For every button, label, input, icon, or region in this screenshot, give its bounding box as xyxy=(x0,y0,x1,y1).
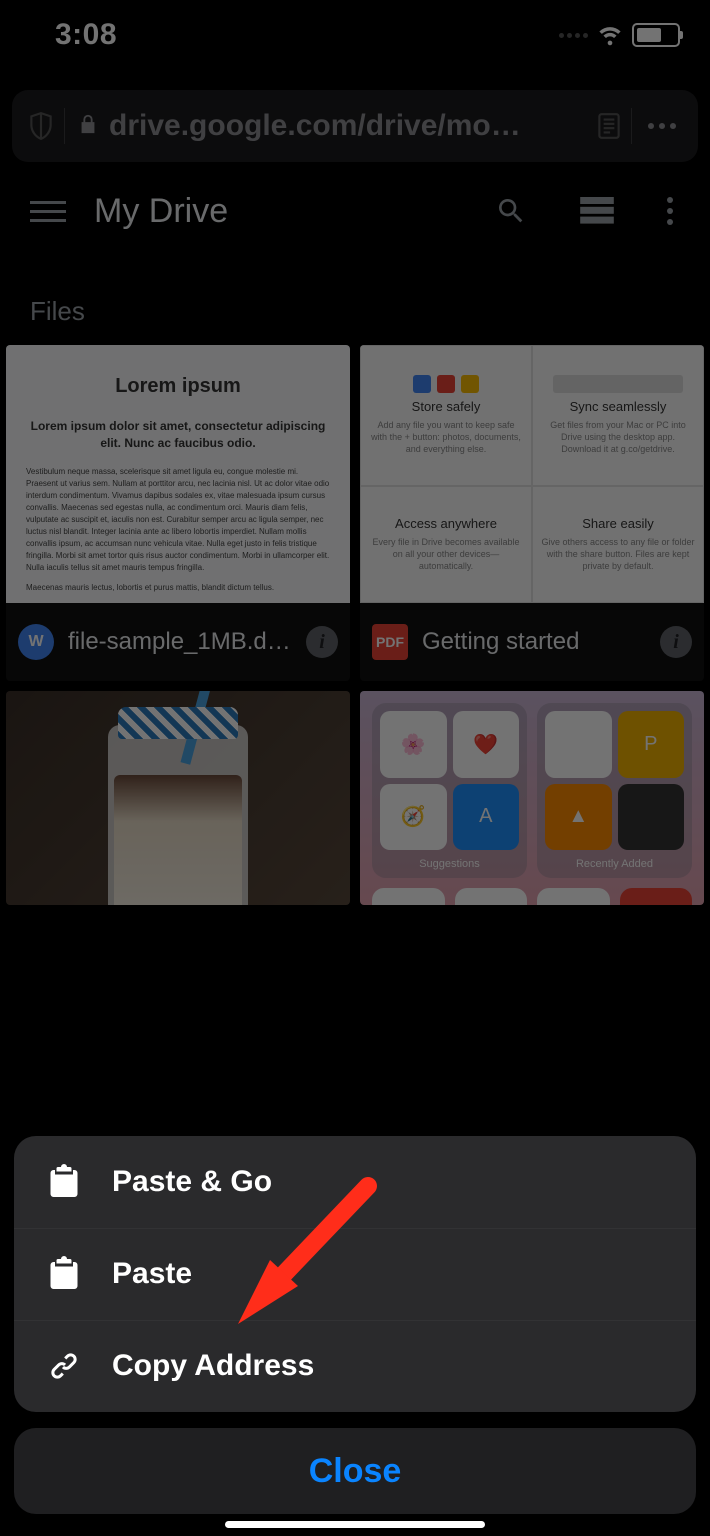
action-sheet: Paste & Go Paste Copy Address Close xyxy=(14,1136,696,1514)
apps-group-label: Recently Added xyxy=(545,858,684,870)
file-thumbnail: Store safely Add any file you want to ke… xyxy=(360,345,704,603)
doc-preview-title: Lorem ipsum xyxy=(26,375,330,398)
file-name: file-sample_1MB.doc xyxy=(68,628,292,656)
gs-cell-desc: Add any file you want to keep safe with … xyxy=(369,420,523,455)
word-doc-icon: W xyxy=(18,624,54,660)
file-card[interactable]: Lorem ipsum Lorem ipsum dolor sit amet, … xyxy=(6,345,350,681)
gs-cell-title: Share easily xyxy=(541,516,695,531)
url-text: drive.google.com/drive/mo… xyxy=(109,109,521,143)
gs-cell-title: Access anywhere xyxy=(369,516,523,531)
section-label-files: Files xyxy=(0,260,710,345)
menu-item-label: Copy Address xyxy=(112,1349,314,1383)
file-thumbnail xyxy=(6,915,350,1085)
search-icon[interactable] xyxy=(488,195,534,227)
gs-cell-desc: Every file in Drive becomes available on… xyxy=(369,537,523,572)
file-card[interactable] xyxy=(360,915,704,1085)
menu-item-paste-and-go[interactable]: Paste & Go xyxy=(14,1136,696,1228)
hamburger-menu-icon[interactable] xyxy=(30,201,66,222)
info-icon[interactable]: i xyxy=(306,626,338,658)
page-title: My Drive xyxy=(94,192,228,231)
tracking-protection-icon[interactable] xyxy=(24,107,58,145)
close-button[interactable]: Close xyxy=(14,1428,696,1514)
file-grid: Lorem ipsum Lorem ipsum dolor sit amet, … xyxy=(0,345,710,1085)
menu-item-label: Paste & Go xyxy=(112,1165,272,1199)
menu-item-paste[interactable]: Paste xyxy=(14,1228,696,1320)
action-sheet-menu: Paste & Go Paste Copy Address xyxy=(14,1136,696,1412)
menu-item-copy-address[interactable]: Copy Address xyxy=(14,1320,696,1412)
gs-cell-desc: Give others access to any file or folder… xyxy=(541,537,695,572)
file-thumbnail: 🌸 ❤️ 🧭 A Suggestions G P ▲ Recently Adde… xyxy=(360,691,704,905)
file-thumbnail xyxy=(6,691,350,905)
clipboard-icon xyxy=(44,1254,84,1294)
cellular-signal-icon xyxy=(559,33,588,38)
gs-cell-title: Sync seamlessly xyxy=(541,399,695,414)
gs-cell-desc: Get files from your Mac or PC into Drive… xyxy=(541,420,695,455)
browser-more-icon[interactable] xyxy=(638,123,686,129)
reader-mode-icon[interactable] xyxy=(593,108,625,144)
link-icon xyxy=(44,1346,84,1386)
status-time: 3:08 xyxy=(55,18,117,52)
apps-group-label: Suggestions xyxy=(380,858,519,870)
doc-preview-subtitle: Lorem ipsum dolor sit amet, consectetur … xyxy=(26,418,330,452)
file-info-row: W file-sample_1MB.doc i xyxy=(6,603,350,681)
close-button-label: Close xyxy=(309,1452,402,1491)
lock-icon xyxy=(77,112,99,141)
wifi-icon xyxy=(596,19,624,52)
file-thumbnail xyxy=(360,915,704,1085)
doc-preview-li: Maecenas non lorem quis tellus placerat … xyxy=(44,602,330,603)
separator xyxy=(64,108,65,144)
file-thumbnail: Lorem ipsum Lorem ipsum dolor sit amet, … xyxy=(6,345,350,603)
clipboard-icon xyxy=(44,1162,84,1202)
app-header: My Drive xyxy=(0,162,710,260)
file-info-row: PDF Getting started i xyxy=(360,603,704,681)
info-icon[interactable]: i xyxy=(660,626,692,658)
doc-preview-body: Maecenas mauris lectus, lobortis et puru… xyxy=(26,582,330,594)
doc-preview-body: Vestibulum neque massa, scelerisque sit … xyxy=(26,466,330,574)
url-display-area[interactable]: drive.google.com/drive/mo… xyxy=(71,109,593,143)
battery-icon xyxy=(632,23,680,47)
menu-item-label: Paste xyxy=(112,1257,192,1291)
app-more-icon[interactable] xyxy=(660,197,680,225)
file-card[interactable]: 🌸 ❤️ 🧭 A Suggestions G P ▲ Recently Adde… xyxy=(360,691,704,905)
file-card[interactable]: IMG_0478.HEIC i xyxy=(6,691,350,905)
separator xyxy=(631,108,632,144)
list-view-icon[interactable] xyxy=(574,197,620,225)
pdf-icon: PDF xyxy=(372,624,408,660)
file-name: Getting started xyxy=(422,628,646,656)
file-card[interactable]: Store safely Add any file you want to ke… xyxy=(360,345,704,681)
file-card[interactable] xyxy=(6,915,350,1085)
status-icons xyxy=(559,19,680,52)
browser-url-bar[interactable]: drive.google.com/drive/mo… xyxy=(12,90,698,162)
home-indicator[interactable] xyxy=(225,1521,485,1528)
gs-cell-title: Store safely xyxy=(369,399,523,414)
status-bar: 3:08 xyxy=(0,0,710,60)
